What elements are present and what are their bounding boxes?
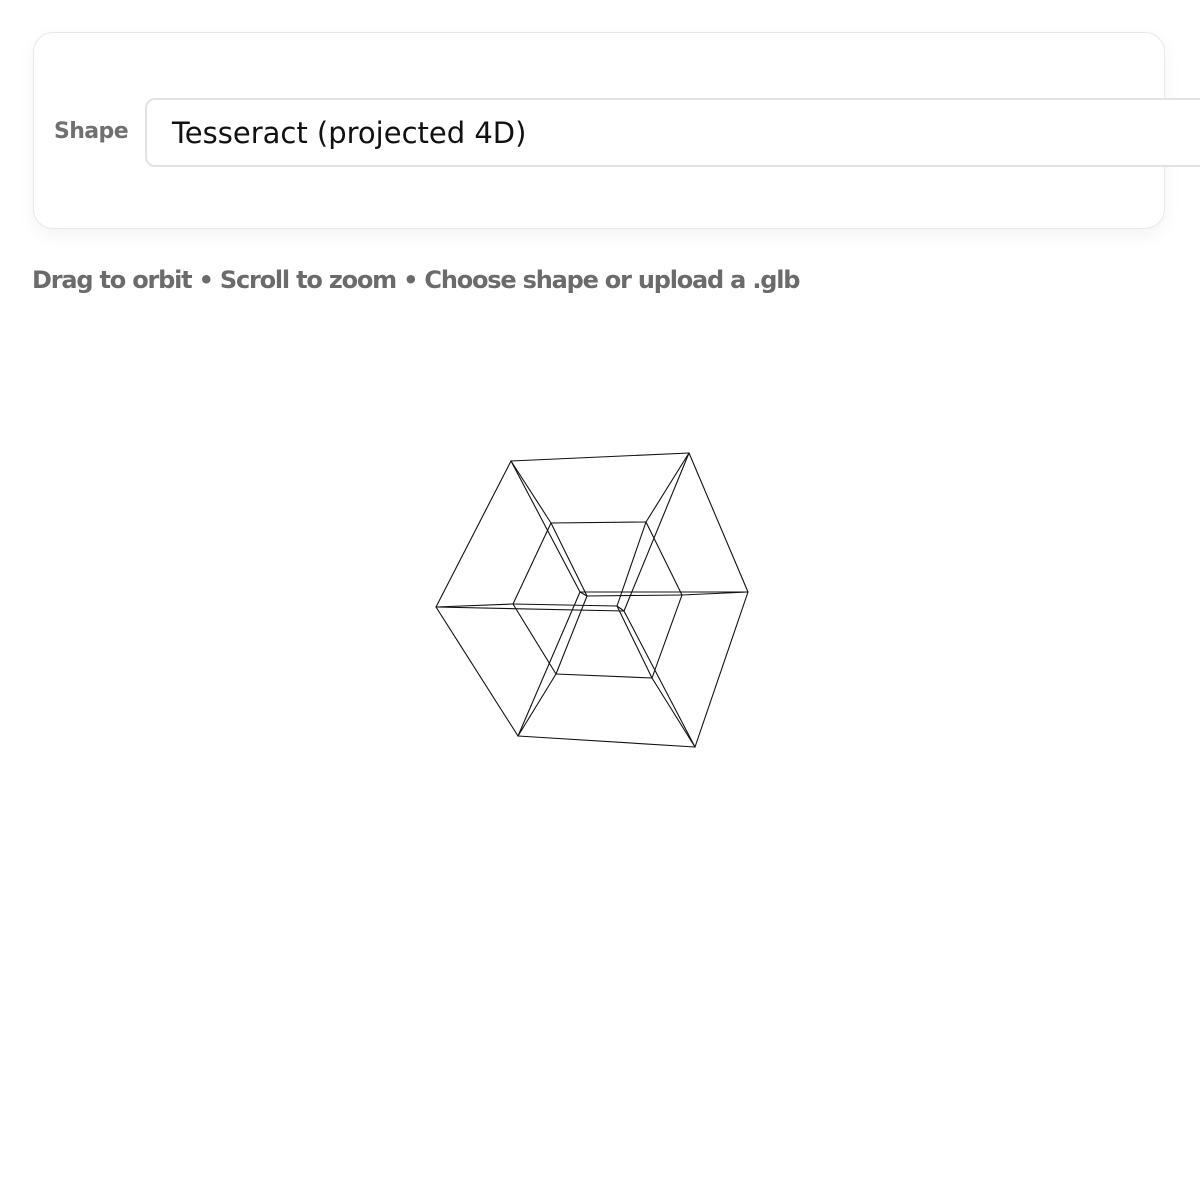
tesseract-edge [694, 591, 749, 748]
tesseract-edge [512, 603, 618, 607]
tesseract-edge [555, 673, 653, 679]
tesseract-edge [550, 522, 588, 597]
tesseract-wireframe [435, 452, 749, 748]
tesseract-edge [517, 591, 581, 737]
tesseract-edge [435, 606, 625, 612]
3d-viewport[interactable] [0, 310, 1200, 1200]
tesseract-edge [645, 521, 683, 596]
tesseract-edge [435, 460, 512, 608]
app-root: Shape Tesseract (projected 4D) Drag to o… [0, 0, 1200, 1200]
shape-label: Shape [54, 119, 129, 144]
tesseract-edge [512, 522, 552, 605]
shape-select[interactable]: Tesseract (projected 4D) [145, 98, 1200, 167]
tesseract-edge [645, 452, 690, 523]
tesseract-edge [510, 460, 581, 593]
tesseract-edge [616, 605, 653, 679]
tesseract-edge [586, 594, 683, 597]
instructions-hint: Drag to orbit • Scroll to zoom • Choose … [32, 266, 800, 294]
tesseract-edge [555, 595, 588, 675]
tesseract-edge [550, 521, 647, 524]
tesseract-edge [435, 603, 514, 608]
tesseract-edge [623, 610, 696, 748]
tesseract-edge [651, 594, 683, 679]
tesseract-edge [510, 460, 552, 524]
tesseract-edge [651, 677, 696, 748]
tesseract-edge [688, 452, 749, 593]
tesseract-edge [435, 606, 519, 737]
tesseract-edge [510, 452, 690, 462]
control-panel: Shape Tesseract (projected 4D) [33, 32, 1200, 229]
tesseract-edge [517, 735, 696, 748]
tesseract-edge [623, 452, 690, 612]
tesseract-edge [517, 673, 557, 737]
